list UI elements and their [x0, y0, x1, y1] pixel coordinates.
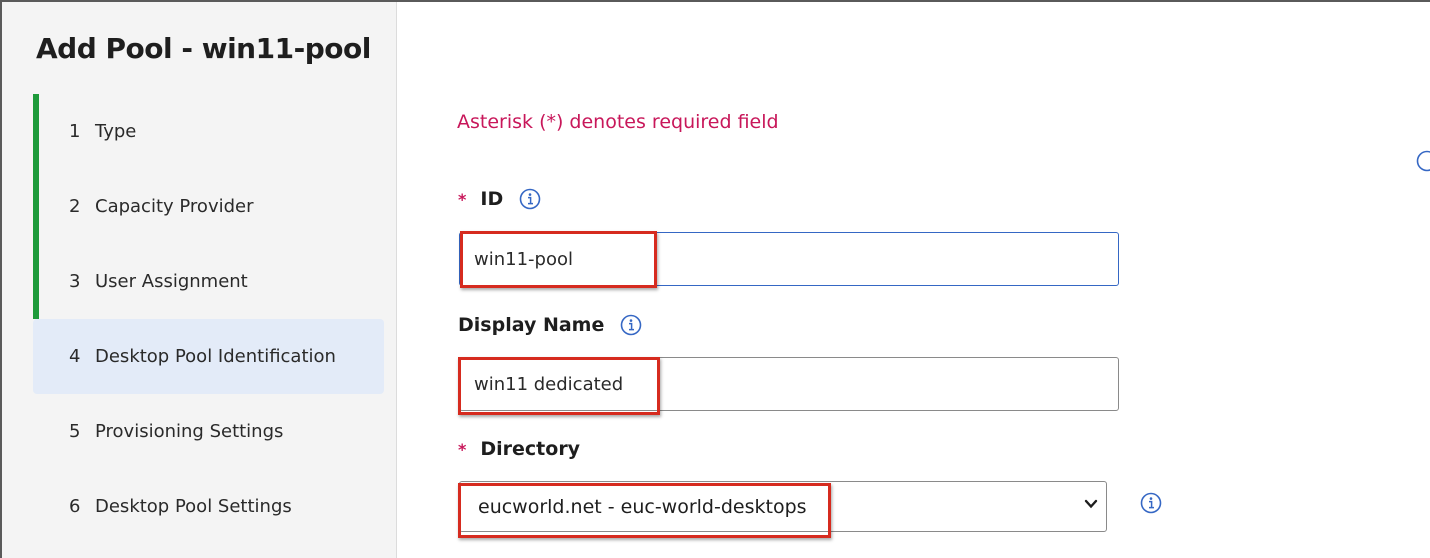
step-number: 5 [69, 421, 81, 442]
display-name-label-row: Display Name [458, 314, 642, 336]
directory-label-row: * Directory [458, 438, 580, 460]
step-label: Type [95, 121, 137, 142]
display-name-input[interactable] [459, 357, 1119, 411]
directory-select[interactable]: eucworld.net - euc-world-desktops [459, 481, 1107, 532]
info-icon[interactable] [1140, 492, 1162, 514]
id-input[interactable] [459, 232, 1119, 286]
step-number: 2 [69, 196, 81, 217]
info-icon[interactable] [1416, 150, 1430, 172]
step-user-assignment[interactable]: 3 User Assignment [33, 244, 384, 319]
wizard-sidebar: Add Pool - win11-pool 1 Type 2 Capacity … [2, 2, 397, 558]
step-desktop-pool-identification[interactable]: 4 Desktop Pool Identification [33, 319, 384, 394]
required-asterisk: * [458, 439, 467, 459]
chevron-down-icon [1084, 499, 1098, 509]
wizard-title: Add Pool - win11-pool [36, 32, 371, 65]
form-panel: Asterisk (*) denotes required field * ID… [398, 2, 1430, 558]
step-type[interactable]: 1 Type [33, 94, 384, 169]
required-asterisk: * [458, 189, 467, 209]
display-name-label: Display Name [458, 314, 605, 336]
step-label: Capacity Provider [95, 196, 254, 217]
step-label: Desktop Pool Settings [95, 496, 292, 517]
step-number: 6 [69, 496, 81, 517]
step-label: Provisioning Settings [95, 421, 284, 442]
id-label-row: * ID [458, 188, 541, 210]
step-number: 4 [69, 346, 81, 367]
step-label: Desktop Pool Identification [95, 346, 336, 367]
step-number: 3 [69, 271, 81, 292]
wizard-steps: 1 Type 2 Capacity Provider 3 User Assign… [33, 94, 384, 544]
step-capacity-provider[interactable]: 2 Capacity Provider [33, 169, 384, 244]
step-label: User Assignment [95, 271, 248, 292]
step-desktop-pool-settings[interactable]: 6 Desktop Pool Settings [33, 469, 384, 544]
required-field-note: Asterisk (*) denotes required field [457, 111, 779, 133]
info-icon[interactable] [519, 188, 541, 210]
id-label: ID [480, 188, 504, 210]
step-provisioning-settings[interactable]: 5 Provisioning Settings [33, 394, 384, 469]
info-icon[interactable] [620, 314, 642, 336]
step-number: 1 [69, 121, 81, 142]
directory-label: Directory [480, 438, 581, 460]
directory-selected-value: eucworld.net - euc-world-desktops [478, 495, 807, 518]
